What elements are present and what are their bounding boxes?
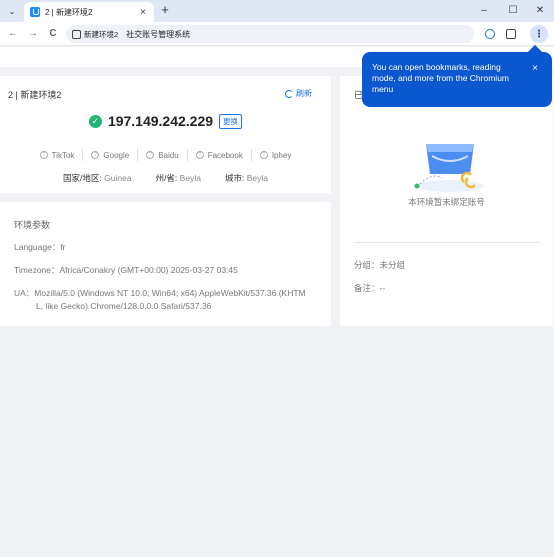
favicon-icon bbox=[30, 7, 40, 17]
info-icon: ? bbox=[259, 151, 268, 159]
globe-icon[interactable] bbox=[483, 27, 497, 41]
service-baidu[interactable]: ? Baidu bbox=[138, 151, 186, 160]
info-icon: ? bbox=[146, 151, 155, 159]
chromium-menu-tooltip: You can open bookmarks, reading mode, an… bbox=[362, 52, 552, 107]
user-agent-field: UA：Mozilla/5.0 (Windows NT 10.0; Win64; … bbox=[14, 288, 306, 298]
refresh-icon bbox=[285, 89, 293, 98]
refresh-label: 刷新 bbox=[296, 89, 312, 98]
address-text: 社交账号管理系统 bbox=[126, 29, 191, 39]
service-google[interactable]: ? Google bbox=[83, 151, 137, 160]
browser-toolbar: ← → C 新建环境2 社交账号管理系统 ⋮ bbox=[0, 22, 554, 46]
city-field: 城市: Beyla bbox=[224, 173, 268, 183]
extensions-icon[interactable] bbox=[504, 27, 518, 41]
service-label: Google bbox=[103, 150, 130, 160]
user-agent-field-cont: L, like Gecko) Chrome/128.0.0.0 Safari/5… bbox=[36, 301, 212, 311]
new-tab-button[interactable]: + bbox=[158, 3, 172, 17]
params-title: 环境参数 bbox=[14, 220, 51, 230]
reload-button[interactable]: C bbox=[46, 27, 60, 41]
maximize-button[interactable]: ☐ bbox=[503, 3, 523, 19]
environment-title: 2 | 新建环境2 bbox=[8, 90, 62, 100]
change-ip-button[interactable]: 更换 bbox=[219, 113, 243, 129]
empty-account-illustration-icon bbox=[414, 144, 484, 192]
divider bbox=[354, 242, 541, 243]
environment-card: 2 | 新建环境2 刷新 ✓ 197.149.242.229 更换 ? TikTo… bbox=[0, 76, 331, 193]
info-icon: ? bbox=[91, 151, 100, 159]
address-chip: 新建环境2 bbox=[84, 29, 119, 39]
service-iphey[interactable]: ? Iphey bbox=[252, 151, 300, 160]
service-facebook[interactable]: ? Facebook bbox=[188, 151, 251, 160]
tab-bar: ⌄ 2 | 新建环境2 × + – ☐ ✕ bbox=[0, 0, 554, 22]
check-circle-icon: ✓ bbox=[88, 114, 102, 128]
site-info-icon[interactable] bbox=[72, 29, 81, 39]
refresh-button[interactable]: 刷新 bbox=[285, 88, 312, 99]
service-label: Facebook bbox=[207, 150, 243, 160]
environment-params-card: 环境参数 Language：fr Timezone：Africa/Conakry… bbox=[0, 202, 331, 326]
state-field: 州/省: Beyla bbox=[155, 173, 201, 183]
service-label: Baidu bbox=[158, 150, 179, 160]
browser-tab[interactable]: 2 | 新建环境2 × bbox=[24, 2, 154, 22]
tab-title: 2 | 新建环境2 bbox=[45, 7, 93, 17]
tab-close-button[interactable]: × bbox=[138, 7, 148, 18]
info-icon: ? bbox=[39, 151, 48, 159]
tab-search-button[interactable]: ⌄ bbox=[4, 4, 20, 18]
ip-row: ✓ 197.149.242.229 更换 bbox=[0, 113, 331, 129]
no-account-message: 本环境暂未绑定账号 bbox=[408, 197, 485, 207]
tooltip-text: You can open bookmarks, reading mode, an… bbox=[372, 62, 509, 94]
close-window-button[interactable]: ✕ bbox=[530, 3, 550, 19]
minimize-button[interactable]: – bbox=[474, 3, 494, 19]
group-field: 分组：未分组 bbox=[354, 260, 406, 270]
geo-info: 国家/地区: Guinea 州/省: Beyla 城市: Beyla bbox=[0, 172, 331, 184]
info-icon: ? bbox=[195, 151, 204, 159]
ip-check-services: ? TikTok ? Google ? Baidu ? Facebook ? Iphey bbox=[0, 149, 331, 161]
timezone-field: Timezone：Africa/Conakry (GMT+00:00) 2025… bbox=[14, 265, 238, 275]
address-bar[interactable]: 新建环境2 社交账号管理系统 bbox=[66, 25, 474, 43]
back-button[interactable]: ← bbox=[6, 27, 20, 41]
tooltip-close-button[interactable]: × bbox=[532, 63, 538, 74]
service-tiktok[interactable]: ? TikTok bbox=[32, 151, 83, 160]
browser-menu-button[interactable]: ⋮ bbox=[530, 25, 548, 43]
forward-button[interactable]: → bbox=[26, 27, 40, 41]
note-field: 备注：-- bbox=[354, 283, 386, 293]
service-label: TikTok bbox=[51, 150, 75, 160]
bound-accounts-card: 已 本环境暂未绑定账号 分组：未分组 备注：-- bbox=[340, 76, 553, 326]
service-label: Iphey bbox=[271, 150, 292, 160]
language-field: Language：fr bbox=[14, 242, 66, 252]
country-field: 国家/地区: Guinea bbox=[63, 173, 132, 183]
ip-address: 197.149.242.229 bbox=[107, 113, 214, 129]
